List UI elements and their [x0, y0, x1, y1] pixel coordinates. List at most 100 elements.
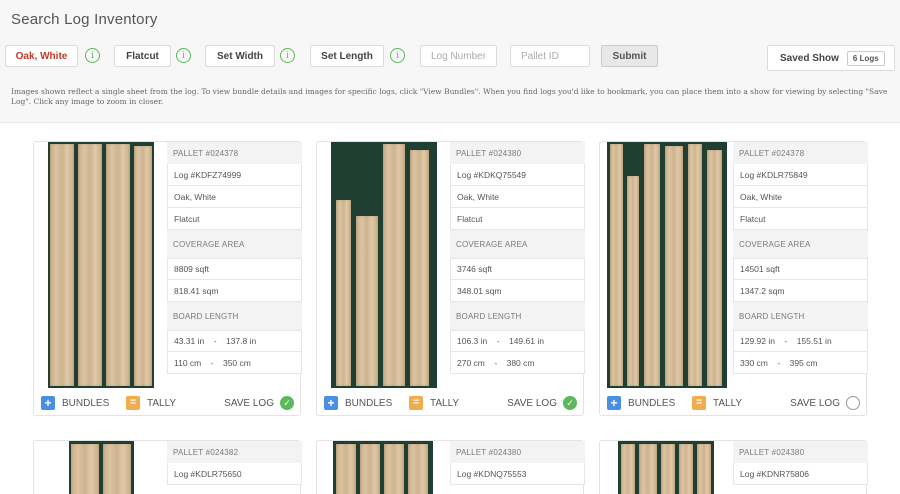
length-inches: 129.92 in - 155.51 in — [733, 330, 868, 352]
length-cm: 330 cm - 395 cm — [733, 352, 868, 374]
log-details: PALLET #024380 Log #KDKQ75549 Oak, White… — [450, 142, 585, 374]
log-number: Log #KDLR75650 — [167, 463, 302, 485]
pallet-number: PALLET #024378 — [733, 142, 868, 164]
board-length-heading: BOARD LENGTH — [167, 302, 302, 330]
cut-type: Flatcut — [450, 208, 585, 230]
log-image[interactable] — [333, 441, 433, 494]
length-cm: 270 cm - 380 cm — [450, 352, 585, 374]
log-image[interactable] — [48, 142, 154, 388]
coverage-area-heading: COVERAGE AREA — [167, 230, 302, 258]
width-filter-button[interactable]: Set Width — [205, 45, 275, 67]
pallet-number: PALLET #024380 — [450, 142, 585, 164]
cut-type: Flatcut — [733, 208, 868, 230]
tally-icon: = — [692, 396, 706, 410]
submit-button[interactable]: Submit — [601, 45, 658, 67]
board-length-heading: BOARD LENGTH — [450, 302, 585, 330]
log-details: PALLET #024382 Log #KDLR75650 — [167, 441, 302, 485]
save-log-label: SAVE LOG — [790, 397, 840, 409]
bundles-label: BUNDLES — [628, 397, 676, 409]
card-actions: + BUNDLES = TALLY SAVE LOG — [606, 394, 862, 412]
species: Oak, White — [167, 186, 302, 208]
plus-icon: + — [41, 396, 55, 410]
species-info-icon[interactable]: i — [85, 48, 100, 63]
log-image[interactable] — [331, 142, 437, 388]
width-info-icon[interactable]: i — [280, 48, 295, 63]
pallet-id-input[interactable] — [510, 45, 590, 67]
coverage-sqm: 1347.2 sqm — [733, 280, 868, 302]
log-details: PALLET #024378 Log #KDLR75849 Oak, White… — [733, 142, 868, 374]
save-log-button[interactable]: SAVE LOG ✓ — [507, 396, 577, 410]
tally-button[interactable]: = TALLY — [692, 396, 742, 410]
log-details: PALLET #024380 Log #KDNR75806 — [733, 441, 868, 485]
log-card: PALLET #024378 Log #KDLR75849 Oak, White… — [599, 141, 868, 416]
bundles-label: BUNDLES — [62, 397, 110, 409]
tally-label: TALLY — [713, 397, 743, 409]
coverage-sqm: 348.01 sqm — [450, 280, 585, 302]
unchecked-icon[interactable] — [846, 396, 860, 410]
pallet-number: PALLET #024378 — [167, 142, 302, 164]
log-image[interactable] — [607, 142, 727, 388]
coverage-sqft: 8809 sqft — [167, 258, 302, 280]
log-image[interactable] — [618, 441, 714, 494]
length-cm: 110 cm - 350 cm — [167, 352, 302, 374]
saved-show-button[interactable]: Saved Show 6 Logs — [767, 45, 895, 71]
log-card: PALLET #024380 Log #KDNR75806 — [599, 440, 868, 494]
pallet-number: PALLET #024380 — [450, 441, 585, 463]
save-log-button[interactable]: SAVE LOG — [790, 396, 860, 410]
log-card: PALLET #024378 Log #KDFZ74999 Oak, White… — [33, 141, 302, 416]
log-card: PALLET #024380 Log #KDNQ75553 — [316, 440, 585, 494]
saved-show-label: Saved Show — [780, 52, 839, 64]
save-log-label: SAVE LOG — [507, 397, 557, 409]
coverage-area-heading: COVERAGE AREA — [733, 230, 868, 258]
log-number: Log #KDKQ75549 — [450, 164, 585, 186]
species-filter-button[interactable]: Oak, White — [5, 45, 78, 67]
coverage-area-heading: COVERAGE AREA — [450, 230, 585, 258]
species: Oak, White — [733, 186, 868, 208]
page-title: Search Log Inventory — [11, 11, 158, 28]
log-card: PALLET #024382 Log #KDLR75650 — [33, 440, 302, 494]
log-number: Log #KDNQ75553 — [450, 463, 585, 485]
bundles-button[interactable]: + BUNDLES — [607, 396, 675, 410]
cut-type: Flatcut — [167, 208, 302, 230]
tally-label: TALLY — [430, 397, 460, 409]
log-number: Log #KDFZ74999 — [167, 164, 302, 186]
length-filter-button[interactable]: Set Length — [310, 45, 384, 67]
coverage-sqm: 818.41 sqm — [167, 280, 302, 302]
cut-filter-button[interactable]: Flatcut — [114, 45, 171, 67]
tally-button[interactable]: = TALLY — [409, 396, 459, 410]
tally-label: TALLY — [147, 397, 177, 409]
length-info-icon[interactable]: i — [390, 48, 405, 63]
tally-icon: = — [409, 396, 423, 410]
tally-button[interactable]: = TALLY — [126, 396, 176, 410]
pallet-number: PALLET #024380 — [733, 441, 868, 463]
card-actions: + BUNDLES = TALLY SAVE LOG ✓ — [323, 394, 579, 412]
pallet-number: PALLET #024382 — [167, 441, 302, 463]
board-length-heading: BOARD LENGTH — [733, 302, 868, 330]
saved-show-count-badge: 6 Logs — [846, 50, 885, 66]
save-log-button[interactable]: SAVE LOG ✓ — [224, 396, 294, 410]
log-image[interactable] — [69, 441, 134, 494]
plus-icon: + — [607, 396, 621, 410]
log-card: PALLET #024380 Log #KDKQ75549 Oak, White… — [316, 141, 585, 416]
log-number-input[interactable] — [420, 45, 497, 67]
card-actions: + BUNDLES = TALLY SAVE LOG ✓ — [40, 394, 296, 412]
bundles-button[interactable]: + BUNDLES — [324, 396, 392, 410]
cut-info-icon[interactable]: i — [176, 48, 191, 63]
length-inches: 43.31 in - 137.8 in — [167, 330, 302, 352]
save-log-label: SAVE LOG — [224, 397, 274, 409]
instructions-text: Images shown reflect a single sheet from… — [11, 87, 888, 106]
checked-icon[interactable]: ✓ — [563, 396, 577, 410]
bundles-button[interactable]: + BUNDLES — [41, 396, 109, 410]
log-details: PALLET #024380 Log #KDNQ75553 — [450, 441, 585, 485]
plus-icon: + — [324, 396, 338, 410]
log-number: Log #KDLR75849 — [733, 164, 868, 186]
coverage-sqft: 14501 sqft — [733, 258, 868, 280]
bundles-label: BUNDLES — [345, 397, 393, 409]
search-header: Search Log Inventory Oak, White i Flatcu… — [0, 0, 900, 123]
log-number: Log #KDNR75806 — [733, 463, 868, 485]
length-inches: 106.3 in - 149.61 in — [450, 330, 585, 352]
coverage-sqft: 3746 sqft — [450, 258, 585, 280]
tally-icon: = — [126, 396, 140, 410]
checked-icon[interactable]: ✓ — [280, 396, 294, 410]
species: Oak, White — [450, 186, 585, 208]
